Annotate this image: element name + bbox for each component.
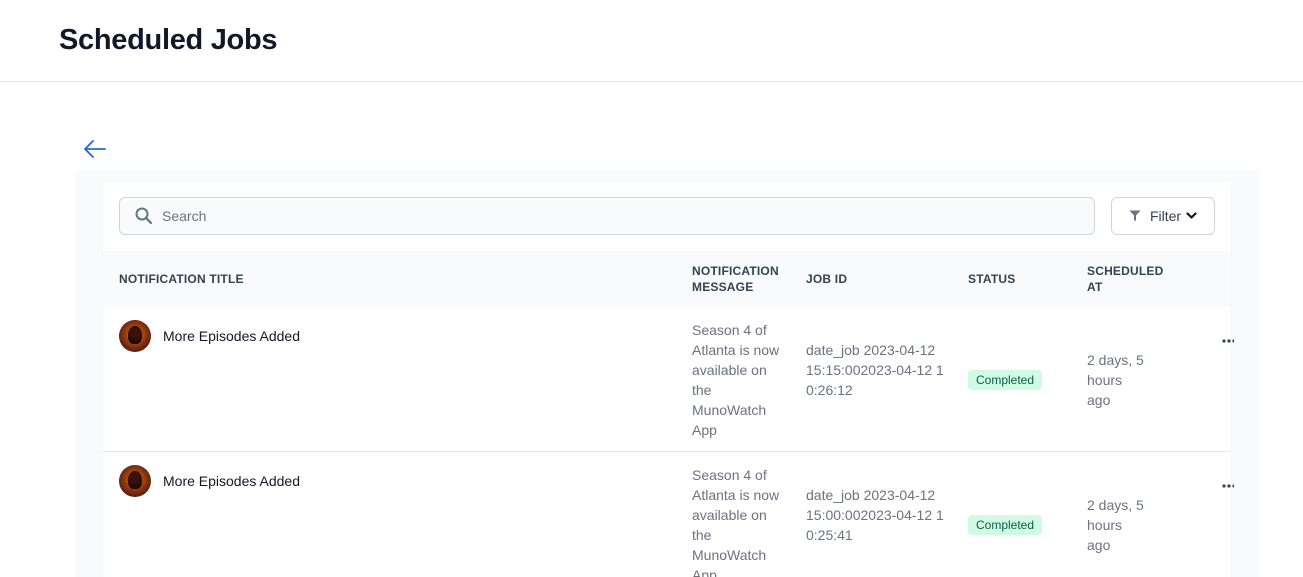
chevron-down-icon <box>1186 212 1197 219</box>
avatar <box>119 465 151 497</box>
scheduled-at: 2 days, 5 hours ago <box>1087 352 1144 408</box>
more-options-icon[interactable] <box>1222 339 1234 343</box>
search-box[interactable] <box>119 197 1095 235</box>
notification-message: Season 4 of Atlanta is now available on … <box>692 322 780 438</box>
funnel-icon <box>1129 210 1141 221</box>
column-header-message[interactable]: NOTIFICATION MESSAGE <box>692 263 788 295</box>
scheduled-at: 2 days, 5 hours ago <box>1087 497 1144 553</box>
more-options-icon[interactable] <box>1222 484 1234 488</box>
page-title: Scheduled Jobs <box>59 24 278 56</box>
table-row[interactable]: More Episodes Added Season 4 of Atlanta … <box>103 307 1234 452</box>
column-header-job-id[interactable]: JOB ID <box>806 271 847 287</box>
table-header: NOTIFICATION TITLE NOTIFICATION MESSAGE … <box>103 251 1231 307</box>
status-badge: Completed <box>968 515 1043 535</box>
job-id: date_job 2023-04-12 15:00:002023-04-12 1… <box>806 487 944 543</box>
notification-title: More Episodes Added <box>163 473 300 489</box>
jobs-table-card: Filter NOTIFICATION TITLE NOTIFICATION M… <box>103 182 1234 577</box>
back-arrow-icon[interactable] <box>82 137 108 161</box>
job-id: date_job 2023-04-12 15:15:002023-04-12 1… <box>806 342 944 398</box>
column-header-status[interactable]: STATUS <box>968 271 1015 287</box>
notification-title: More Episodes Added <box>163 328 300 344</box>
notification-message: Season 4 of Atlanta is now available on … <box>692 467 780 577</box>
filter-button[interactable]: Filter <box>1111 197 1215 235</box>
filter-label: Filter <box>1149 208 1182 224</box>
column-header-title[interactable]: NOTIFICATION TITLE <box>119 271 244 287</box>
search-icon <box>135 207 153 225</box>
avatar <box>119 320 151 352</box>
page-header: Scheduled Jobs <box>0 0 1303 82</box>
table-row[interactable]: More Episodes Added Season 4 of Atlanta … <box>103 452 1234 577</box>
search-input[interactable] <box>162 208 1062 224</box>
status-badge: Completed <box>968 370 1043 390</box>
column-header-scheduled-at[interactable]: SCHEDULED AT <box>1087 263 1167 295</box>
